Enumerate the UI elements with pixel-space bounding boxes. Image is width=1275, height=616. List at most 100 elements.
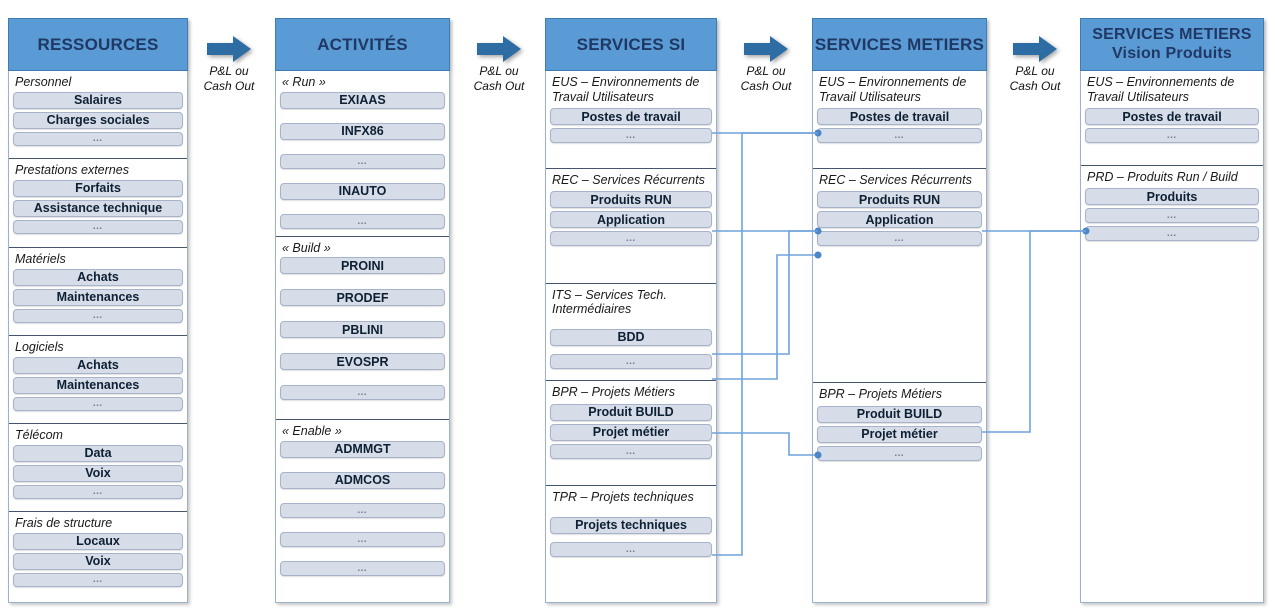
item-pill[interactable]: Application (817, 211, 982, 229)
section-title: Frais de structure (15, 516, 113, 530)
item-pill[interactable]: Voix (13, 464, 183, 482)
item-pill[interactable]: Maintenances (13, 376, 183, 394)
section-bpr: BPR – Projets Métiers Produit BUILD Proj… (546, 381, 716, 487)
item-pill[interactable]: Produits RUN (817, 191, 982, 209)
item-pill-ellipsis[interactable]: … (13, 131, 183, 146)
item-pill-ellipsis[interactable]: … (817, 128, 982, 143)
section-run: « Run » EXIAAS INFX86 … INAUTO … (276, 71, 449, 237)
item-pill[interactable]: Achats (13, 356, 183, 374)
arrow-label-line1: P&L ou (479, 64, 519, 78)
section-title: Prestations externes (15, 163, 129, 177)
item-pill[interactable]: ADMMGT (280, 440, 445, 458)
item-pill[interactable]: Produit BUILD (550, 403, 712, 421)
item-pill[interactable]: Salaires (13, 91, 183, 109)
column-body-ressources: Personnel Salaires Charges sociales … Pr… (8, 71, 188, 603)
section-title: REC – Services Récurrents (819, 172, 972, 187)
section-title: EUS – Environnements de Travail Utilisat… (819, 75, 967, 104)
column-title-line: RESSOURCES (37, 34, 159, 54)
item-pill[interactable]: Produits (1085, 188, 1259, 206)
arrow-services-metiers-vision: P&L ou Cash Out (1000, 36, 1070, 93)
section-title: « Build » (282, 240, 331, 255)
section-eus: EUS – Environnements de Travail Utilisat… (546, 71, 716, 169)
section-telecom: Télécom Data Voix … (9, 424, 187, 512)
item-pill[interactable]: Postes de travail (817, 108, 982, 125)
column-services-metiers: SERVICES METIERS EUS – Environnements de… (812, 18, 987, 603)
item-pill[interactable]: EVOSPR (280, 353, 445, 371)
item-pill-ellipsis[interactable]: … (550, 443, 712, 459)
arrow-services-si-services-metiers: P&L ou Cash Out (731, 36, 801, 93)
item-pill-ellipsis[interactable]: … (1085, 208, 1259, 224)
arrow-activites-services-si: P&L ou Cash Out (464, 36, 534, 93)
item-pill-ellipsis[interactable]: … (1085, 226, 1259, 242)
right-block-arrow-icon (207, 36, 251, 62)
item-pill[interactable]: INAUTO (280, 182, 445, 200)
diagram-canvas: RESSOURCES Personnel Salaires Charges so… (0, 0, 1275, 616)
item-pill-ellipsis[interactable]: … (280, 531, 445, 547)
column-header-services-si: SERVICES SI (545, 18, 717, 71)
item-pill[interactable]: Voix (13, 552, 183, 570)
section-title: Personnel (15, 75, 72, 89)
item-pill[interactable]: Projet métier (817, 425, 982, 443)
link-produit-build-to-projet-metier (712, 432, 822, 459)
item-pill-ellipsis[interactable]: … (550, 231, 712, 247)
item-pill[interactable]: Projets techniques (550, 516, 712, 534)
item-pill-ellipsis[interactable]: … (280, 213, 445, 229)
item-pill-ellipsis[interactable]: … (280, 385, 445, 401)
item-pill-ellipsis[interactable]: … (13, 396, 183, 411)
item-pill[interactable]: Locaux (13, 532, 183, 550)
section-prestations-externes: Prestations externes Forfaits Assistance… (9, 159, 187, 248)
right-block-arrow-icon (477, 36, 521, 62)
arrow-ressources-activites: P&L ou Cash Out (194, 36, 264, 93)
item-pill-ellipsis[interactable]: … (280, 502, 445, 518)
item-pill-ellipsis[interactable]: … (817, 445, 982, 461)
item-pill-ellipsis[interactable]: … (550, 353, 712, 369)
item-pill[interactable]: Application (550, 211, 712, 229)
item-pill-ellipsis[interactable]: … (550, 128, 712, 143)
section-title: EUS – Environnements de Travail Utilisat… (1087, 75, 1235, 104)
item-pill[interactable]: Produits RUN (550, 191, 712, 209)
item-pill[interactable]: Data (13, 444, 183, 462)
section-eus: EUS – Environnements de Travail Utilisat… (813, 71, 986, 169)
item-pill[interactable]: EXIAAS (280, 91, 445, 109)
item-pill[interactable]: ADMCOS (280, 471, 445, 489)
item-pill[interactable]: Postes de travail (1085, 108, 1259, 125)
column-header-activites: ACTIVITÉS (275, 18, 450, 71)
column-subtitle-line: Vision Produits (1111, 44, 1233, 62)
section-build: « Build » PROINI PRODEF PBLINI EVOSPR … (276, 236, 449, 421)
item-pill[interactable]: Forfaits (13, 179, 183, 197)
section-title: TPR – Projets techniques (552, 490, 694, 505)
item-pill-ellipsis[interactable]: … (13, 572, 183, 587)
section-rec: REC – Services Récurrents Produits RUN A… (813, 168, 986, 384)
item-pill-ellipsis[interactable]: … (13, 484, 183, 499)
item-pill-ellipsis[interactable]: … (280, 153, 445, 169)
arrow-label-line1: P&L ou (746, 64, 786, 78)
item-pill-ellipsis[interactable]: … (550, 541, 712, 557)
section-its: ITS – Services Tech. Intermédiaires BDD … (546, 283, 716, 382)
section-rec: REC – Services Récurrents Produits RUN A… (546, 168, 716, 284)
section-bpr: BPR – Projets Métiers Produit BUILD Proj… (813, 383, 986, 602)
item-pill-ellipsis[interactable]: … (13, 308, 183, 323)
item-pill[interactable]: PROINI (280, 257, 445, 275)
item-pill[interactable]: BDD (550, 328, 712, 346)
item-pill-ellipsis[interactable]: … (1085, 128, 1259, 143)
item-pill-ellipsis[interactable]: … (280, 560, 445, 576)
item-pill[interactable]: Charges sociales (13, 111, 183, 129)
column-ressources: RESSOURCES Personnel Salaires Charges so… (8, 18, 188, 603)
item-pill[interactable]: Projet métier (550, 423, 712, 441)
column-body-activites: « Run » EXIAAS INFX86 … INAUTO … « Build… (275, 71, 450, 603)
item-pill[interactable]: Postes de travail (550, 108, 712, 125)
item-pill-ellipsis[interactable]: … (13, 219, 183, 234)
column-header-services-metiers: SERVICES METIERS (812, 18, 987, 71)
section-title: BPR – Projets Métiers (552, 385, 675, 400)
item-pill[interactable]: Maintenances (13, 288, 183, 306)
item-pill[interactable]: Assistance technique (13, 199, 183, 217)
item-pill[interactable]: PBLINI (280, 321, 445, 339)
item-pill-ellipsis[interactable]: … (817, 231, 982, 247)
right-block-arrow-icon (744, 36, 788, 62)
item-pill[interactable]: Achats (13, 268, 183, 286)
column-services-metiers-vision-produits: SERVICES METIERS Vision Produits EUS – E… (1080, 18, 1264, 603)
item-pill[interactable]: PRODEF (280, 289, 445, 307)
item-pill[interactable]: Produit BUILD (817, 405, 982, 423)
column-activites: ACTIVITÉS « Run » EXIAAS INFX86 … INAUTO… (275, 18, 450, 603)
item-pill[interactable]: INFX86 (280, 122, 445, 140)
